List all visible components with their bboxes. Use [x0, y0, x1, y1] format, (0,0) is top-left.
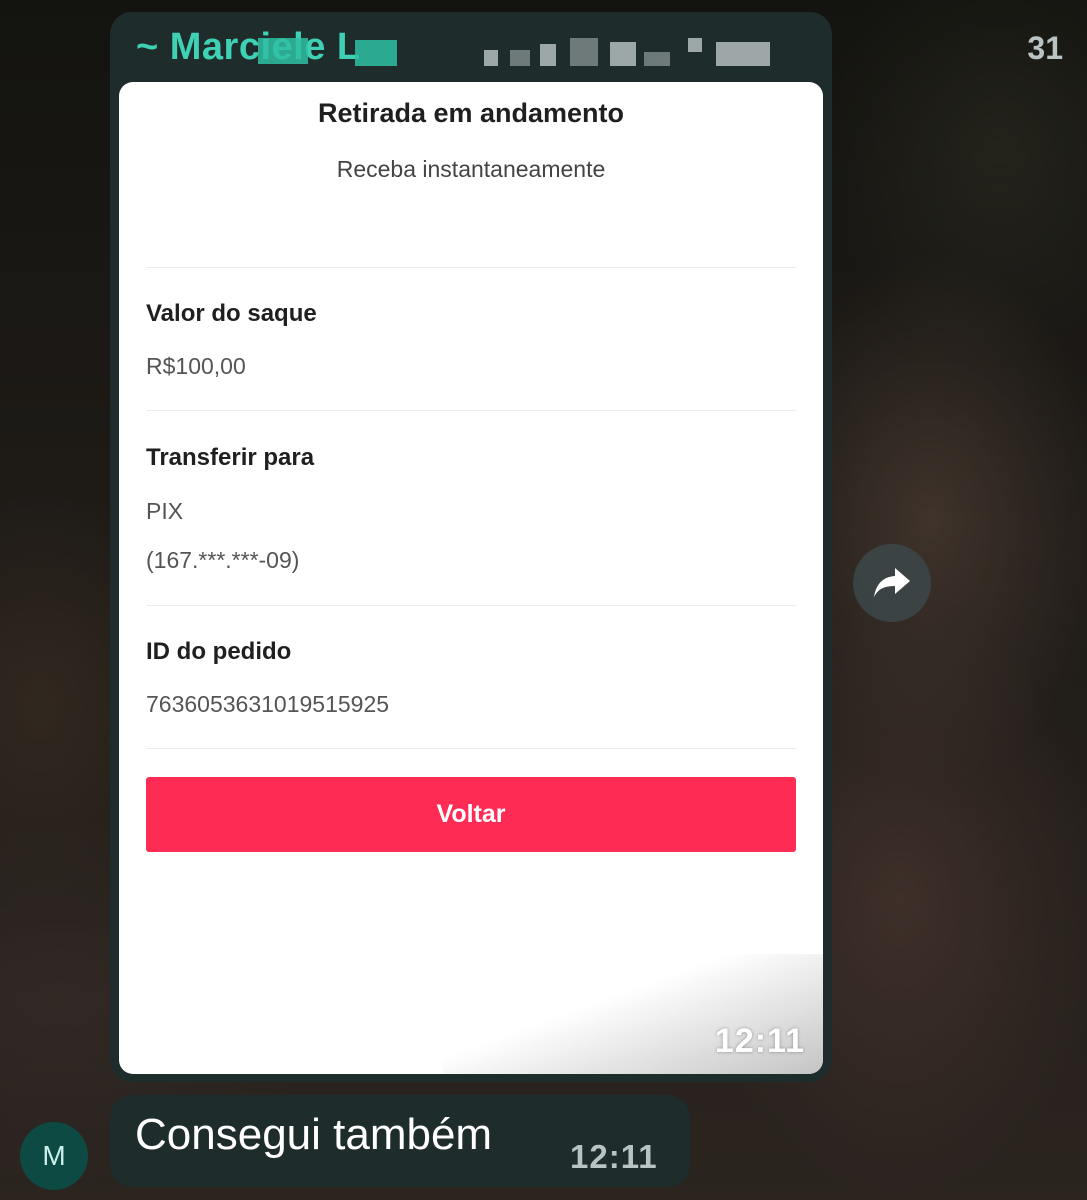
redaction-block [510, 50, 530, 66]
divider [146, 267, 796, 268]
field-value-amount: R$100,00 [146, 353, 246, 379]
avatar[interactable]: M [20, 1122, 88, 1190]
withdrawal-title: Retirada em andamento [317, 98, 625, 128]
divider [146, 748, 796, 749]
redaction-block [688, 38, 702, 52]
sender-number-tail: 31 [1027, 30, 1063, 66]
message-text: Consegui também [135, 1110, 493, 1159]
forward-arrow-icon [874, 568, 910, 597]
field-value-method: PIX [146, 498, 184, 524]
sender-name[interactable]: ~ Marciele L [136, 26, 361, 69]
forward-button[interactable] [853, 544, 931, 622]
redaction-block [484, 50, 498, 66]
field-value-order-id: 7636053631019515925 [146, 691, 390, 717]
image-message-time: 12:11 [714, 1022, 805, 1060]
message-time: 12:11 [570, 1138, 658, 1175]
divider [146, 410, 796, 411]
redaction-block [610, 42, 636, 66]
redaction-block [355, 40, 397, 66]
field-label-transfer: Transferir para [146, 444, 315, 471]
withdrawal-screenshot-image[interactable] [119, 82, 823, 1074]
redaction-block [644, 52, 670, 66]
back-button: Voltar [146, 777, 796, 852]
redaction-block [258, 38, 308, 64]
field-label-order-id: ID do pedido [146, 638, 292, 665]
redaction-block [716, 42, 770, 66]
field-value-pix-key: (167.***.***-09) [146, 547, 300, 573]
redaction-block [570, 38, 598, 66]
field-label-amount: Valor do saque [146, 300, 317, 327]
redaction-block [540, 44, 556, 66]
withdrawal-subtitle: Receba instantaneamente [336, 156, 606, 182]
divider [146, 605, 796, 606]
